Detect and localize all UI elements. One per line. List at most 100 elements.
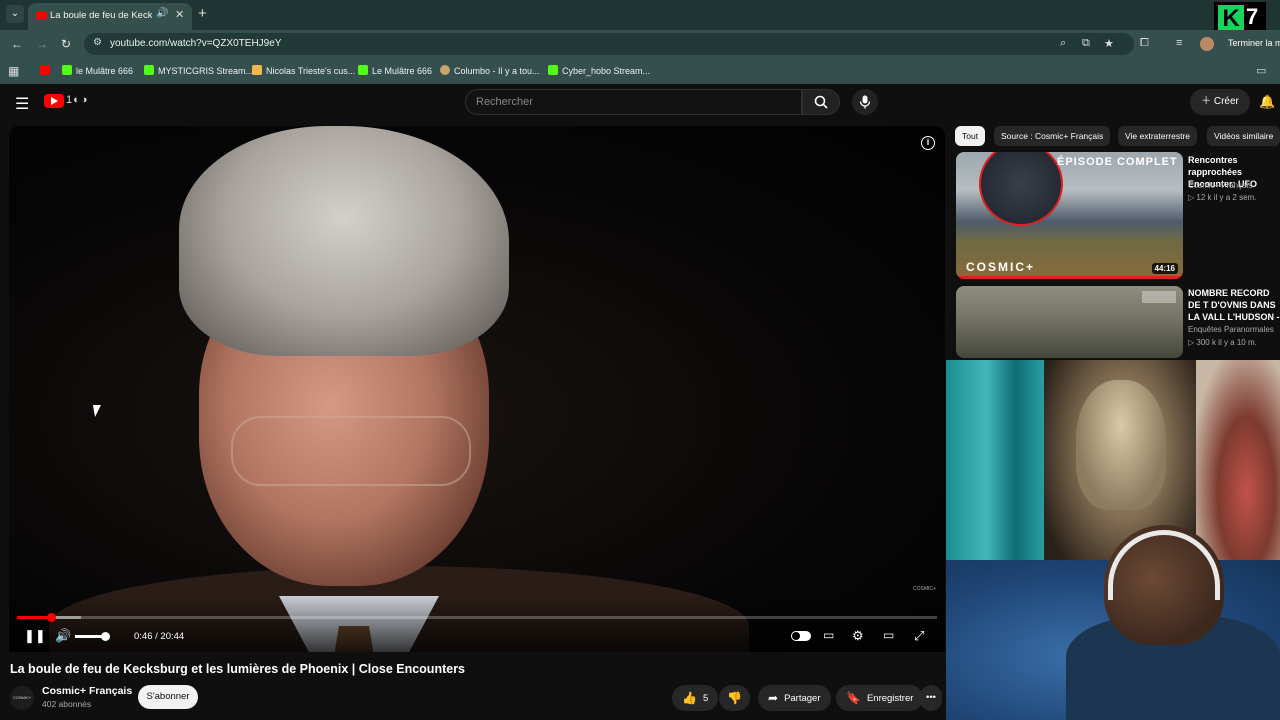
theater-mode-icon[interactable]: ▭ [883,628,894,642]
thumbnail-circle-highlight [979,152,1063,226]
duration-badge: 44:16 [1151,263,1178,274]
settings-gear-icon[interactable]: ⚙ [852,628,864,644]
share-arrow-icon: ➦ [768,691,779,705]
youtube-logo[interactable] [44,94,64,108]
chip-source[interactable]: Source : Cosmic+ Français [994,126,1111,146]
site-info-tune-icon[interactable]: ⚙ [93,37,102,48]
bookmark-star-icon[interactable]: ★ [1104,37,1114,50]
search-button[interactable] [802,89,840,115]
recommendation-channel[interactable]: Enquêtes Paranormales [1188,325,1274,334]
video-subject-glasses [231,416,471,486]
recommendation-item[interactable]: ÉPISODE COMPLET COSMIC+ 44:16 Rencontres… [956,152,1280,282]
kick-icon [62,65,72,75]
youtube-doodle-icon[interactable]: 1◐◑ [66,94,88,106]
like-count: 5 [702,693,709,704]
install-app-icon[interactable]: ⧉ [1082,37,1090,50]
tab-list-chevron-icon[interactable]: ⌄ [6,5,24,23]
recommendation-meta: ▷ 12 k il y a 2 sem. [1188,193,1257,202]
like-button[interactable]: 👍 5 [672,685,719,711]
bookmark-item[interactable]: Nicolas Trieste's cus... [252,65,355,76]
recommendation-channel[interactable]: Cosmic+ Français [1188,181,1252,190]
tab-close-icon[interactable]: ✕ [175,8,184,21]
fullscreen-icon[interactable]: ⤢ [914,628,924,644]
browser-tab-bar: ⌄ La boule de feu de Kecksburg 🔊 ✕ + [0,0,1280,30]
apps-grid-icon[interactable]: ▦ [8,64,19,78]
bookmark-item[interactable]: Le Mulâtre 666 [358,65,432,76]
browser-address-toolbar: ← → ↻ ⚙ youtube.com/watch?v=QZX0TEHJ9eY … [0,30,1280,58]
channel-avatar[interactable]: COSMIC+ [10,686,34,710]
hamburger-menu-icon[interactable]: ☰ [15,94,29,114]
recommendation-item[interactable]: NOMBRE RECORD DE T D'OVNIS DANS LA VALL … [956,286,1280,360]
save-label: Enregistrer [866,693,914,704]
video-subject-hair [179,126,509,356]
k7-logo-number: 7 [1246,4,1259,29]
bookmark-item[interactable]: Columbo - Il y a tou... [440,65,540,76]
profile-avatar[interactable] [1200,37,1214,51]
volume-icon[interactable]: 🔊 [55,628,71,644]
progress-scrubber-handle[interactable] [47,613,57,622]
chip-extraterrestrial[interactable]: Vie extraterrestre [1118,126,1198,146]
dislike-button[interactable]: 👎 [719,685,750,711]
share-button[interactable]: ➦ Partager [758,685,831,711]
bookmark-item[interactable]: Cyber_hobo Stream... [548,65,650,76]
thumbs-up-icon: 👍 [682,691,697,705]
recommendation-thumbnail[interactable] [956,286,1183,358]
watch-progress-bar [956,276,1183,279]
media-controls-icon[interactable]: ≡ [1176,37,1182,49]
bookmark-youtube[interactable] [40,65,54,76]
bookmark-icon: 🔖 [846,691,861,705]
create-label: Créer [1213,96,1239,107]
k7-logo-letter: K [1218,5,1244,33]
chip-similar[interactable]: Vidéos similaire [1207,126,1280,146]
volume-slider[interactable] [75,632,110,641]
recommendation-thumbnail[interactable]: ÉPISODE COMPLET COSMIC+ 44:16 [956,152,1183,279]
webcam-overlay [946,360,1280,720]
bookmarks-folder-icon[interactable]: ▭ [1256,64,1266,77]
address-url[interactable]: youtube.com/watch?v=QZX0TEHJ9eY [110,38,281,49]
bookmark-item[interactable]: MYSTICGRIS Stream... [144,65,253,76]
kick-icon [548,65,558,75]
profile-action-label[interactable]: Terminer la m [1228,38,1280,48]
address-bar[interactable]: ⚙ youtube.com/watch?v=QZX0TEHJ9eY ⌕ ⧉ ★ [84,33,1134,55]
more-dots-icon: ••• [926,692,936,703]
reload-icon[interactable]: ↻ [61,37,71,51]
video-player[interactable]: i COSMIC+ ❚❚ 🔊 0:46 / 20:44 ▭ ⚙ ▭ ⤢ [9,126,945,652]
progress-bar[interactable] [17,613,937,622]
extensions-puzzle-icon[interactable]: ⧠ [1140,37,1149,50]
subscribe-button[interactable]: S'abonner [138,685,198,709]
microphone-icon [859,95,871,109]
tab-title: La boule de feu de Kecksburg [50,10,152,21]
thumbnail-tag: ÉPISODE COMPLET [1057,156,1178,168]
zoom-search-icon[interactable]: ⌕ [1060,37,1066,50]
voice-search-button[interactable] [852,89,878,115]
time-display: 0:46 / 20:44 [134,631,185,642]
video-info-icon[interactable]: i [921,136,935,150]
video-title: La boule de feu de Kecksburg et les lumi… [10,662,466,676]
notifications-bell-icon[interactable]: 🔔 [1259,94,1275,110]
save-button[interactable]: 🔖 Enregistrer [836,685,924,711]
thumbs-down-icon: 👎 [727,691,742,705]
share-label: Partager [784,693,821,704]
controls-gradient [9,596,945,652]
tab-audio-speaker-icon[interactable]: 🔊 [156,8,168,19]
back-arrow-icon[interactable]: ← [11,37,23,51]
forward-arrow-icon[interactable]: → [36,37,48,51]
search-placeholder: Rechercher [476,96,533,108]
search-input[interactable]: Rechercher [465,89,802,115]
subtitles-icon[interactable]: ▭ [823,628,834,642]
webcam-skull-painting [1076,380,1166,510]
video-watermark: COSMIC+ [913,586,936,592]
autoplay-toggle[interactable] [791,631,811,641]
kick-icon [358,65,368,75]
pause-icon[interactable]: ❚❚ [24,628,46,644]
bookmarks-bar: ▦ le Mulâtre 666 MYSTICGRIS Stream... Ni… [0,58,1280,84]
chip-all[interactable]: Tout [955,126,986,146]
new-tab-plus-icon[interactable]: + [198,5,207,22]
channel-name[interactable]: Cosmic+ Français [42,685,132,697]
more-actions-button[interactable]: ••• [920,685,942,711]
thumbnail-channel-logo [1142,291,1176,303]
browser-tab-active[interactable]: La boule de feu de Kecksburg 🔊 ✕ [28,3,192,30]
bookmark-item[interactable]: le Mulâtre 666 [62,65,133,76]
recommendation-title[interactable]: NOMBRE RECORD DE T D'OVNIS DANS LA VALL … [1188,287,1280,324]
create-button[interactable]: ＋ Créer [1190,89,1250,115]
